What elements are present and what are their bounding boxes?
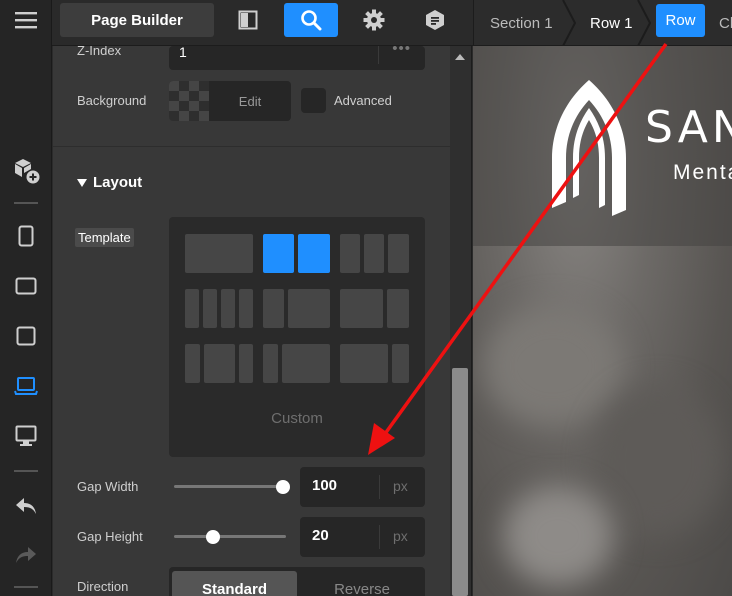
undo-icon[interactable] (0, 488, 52, 524)
search-icon[interactable] (284, 3, 338, 37)
gap-height-input[interactable]: 20 px (300, 517, 425, 557)
gap-width-unit[interactable]: px (393, 478, 408, 494)
gap-height-slider[interactable] (174, 535, 286, 538)
rail-divider (14, 202, 38, 204)
page-preview[interactable]: SAN Menta (473, 46, 732, 596)
background-picker[interactable]: Edit (169, 81, 291, 121)
template-third-twothirds[interactable] (263, 289, 284, 328)
background-label: Background (77, 93, 147, 108)
zindex-label: Z-Index (77, 46, 122, 58)
section-divider (53, 146, 450, 147)
direction-toggle: Standard Reverse (169, 567, 425, 596)
gap-width-input[interactable]: 100 px (300, 467, 425, 507)
breadcrumb-section[interactable]: Section 1 (490, 0, 553, 45)
layout-panel-icon[interactable] (221, 3, 275, 37)
template-twothirds-third[interactable] (340, 289, 383, 328)
template-quarter-half-quarter[interactable] (185, 344, 200, 383)
gap-width-label: Gap Width (77, 479, 139, 494)
rail-divider (14, 586, 38, 588)
template-three-columns[interactable] (364, 234, 384, 273)
direction-label: Direction (77, 579, 129, 594)
panel-scrollbar[interactable] (450, 46, 472, 596)
direction-standard-button[interactable]: Standard (172, 571, 297, 596)
advanced-label: Advanced (334, 93, 392, 108)
settings-panel: Z-Index 1 ••• Background Edit Advanced L… (53, 46, 450, 596)
brand-tagline: Menta (673, 161, 732, 184)
layout-heading: Layout (93, 174, 143, 191)
breadcrumb-child[interactable]: Ch (719, 0, 732, 45)
zindex-value: 1 (179, 46, 187, 60)
gear-icon[interactable] (347, 3, 401, 37)
breadcrumb-row-pill[interactable]: Row (656, 4, 705, 37)
template-two-columns-right[interactable] (298, 234, 330, 273)
template-quarter-threequarters[interactable] (263, 344, 278, 383)
background-texture (593, 386, 723, 536)
template-four-columns[interactable] (185, 289, 199, 328)
transparency-swatch-icon (169, 81, 209, 121)
template-threequarters-quarter[interactable] (340, 344, 388, 383)
gap-height-unit[interactable]: px (393, 528, 408, 544)
breadcrumb-row[interactable]: Row 1 (590, 0, 633, 45)
layout-section-toggle[interactable]: Layout (77, 174, 142, 191)
direction-reverse-button[interactable]: Reverse (299, 571, 425, 596)
template-quarter-threequarters[interactable] (282, 344, 330, 383)
add-module-icon[interactable] (0, 153, 52, 189)
template-three-columns[interactable] (388, 234, 409, 273)
tablet-view-icon[interactable] (0, 318, 52, 354)
breadcrumb-chevron-icon (562, 0, 577, 45)
template-third-twothirds[interactable] (288, 289, 330, 328)
template-quarter-half-quarter[interactable] (204, 344, 235, 383)
phone-view-icon[interactable] (0, 218, 52, 254)
template-quarter-half-quarter[interactable] (239, 344, 253, 383)
zindex-input[interactable]: 1 ••• (169, 46, 425, 70)
breadcrumb: Section 1 Row 1 Row Ch (473, 0, 732, 46)
gap-height-slider-handle[interactable] (206, 530, 221, 544)
zindex-more-icon[interactable]: ••• (392, 46, 411, 57)
gap-width-slider-handle[interactable] (275, 480, 290, 494)
laptop-view-icon[interactable] (0, 368, 52, 404)
background-texture (503, 486, 613, 586)
template-four-columns[interactable] (203, 289, 217, 328)
template-four-columns[interactable] (239, 289, 253, 328)
background-edit-button[interactable]: Edit (209, 81, 291, 121)
template-grid: Custom (169, 217, 425, 457)
advanced-checkbox[interactable] (301, 88, 326, 113)
tablet-landscape-view-icon[interactable] (0, 268, 52, 304)
breadcrumb-chevron-icon (637, 0, 652, 45)
gap-height-label: Gap Height (77, 529, 143, 544)
desktop-view-icon[interactable] (0, 418, 52, 454)
left-toolbar (0, 0, 52, 596)
template-two-columns-left[interactable] (263, 234, 294, 273)
template-twothirds-third[interactable] (387, 289, 409, 328)
template-three-columns[interactable] (340, 234, 360, 273)
logo-arch-icon (552, 80, 626, 216)
template-custom-button[interactable]: Custom (169, 410, 425, 427)
template-one-column[interactable] (185, 234, 253, 273)
template-label: Template (75, 228, 134, 247)
hamburger-menu-icon[interactable] (0, 2, 52, 38)
gap-width-slider[interactable] (174, 485, 286, 488)
caret-down-icon (77, 178, 87, 187)
template-four-columns[interactable] (221, 289, 235, 328)
page-builder-button[interactable]: Page Builder (60, 3, 214, 37)
gap-height-value: 20 (312, 527, 329, 544)
notes-icon[interactable] (408, 3, 462, 37)
gap-width-value: 100 (312, 477, 338, 494)
scroll-up-arrow-icon[interactable] (455, 54, 465, 60)
redo-icon[interactable] (0, 537, 52, 573)
rail-divider (14, 470, 38, 472)
unit-divider (379, 475, 380, 499)
background-texture (483, 306, 623, 426)
template-threequarters-quarter[interactable] (392, 344, 409, 383)
scrollbar-thumb[interactable] (452, 368, 468, 596)
unit-divider (379, 525, 380, 549)
brand-name: SAN (645, 102, 732, 153)
zindex-divider (378, 46, 379, 64)
